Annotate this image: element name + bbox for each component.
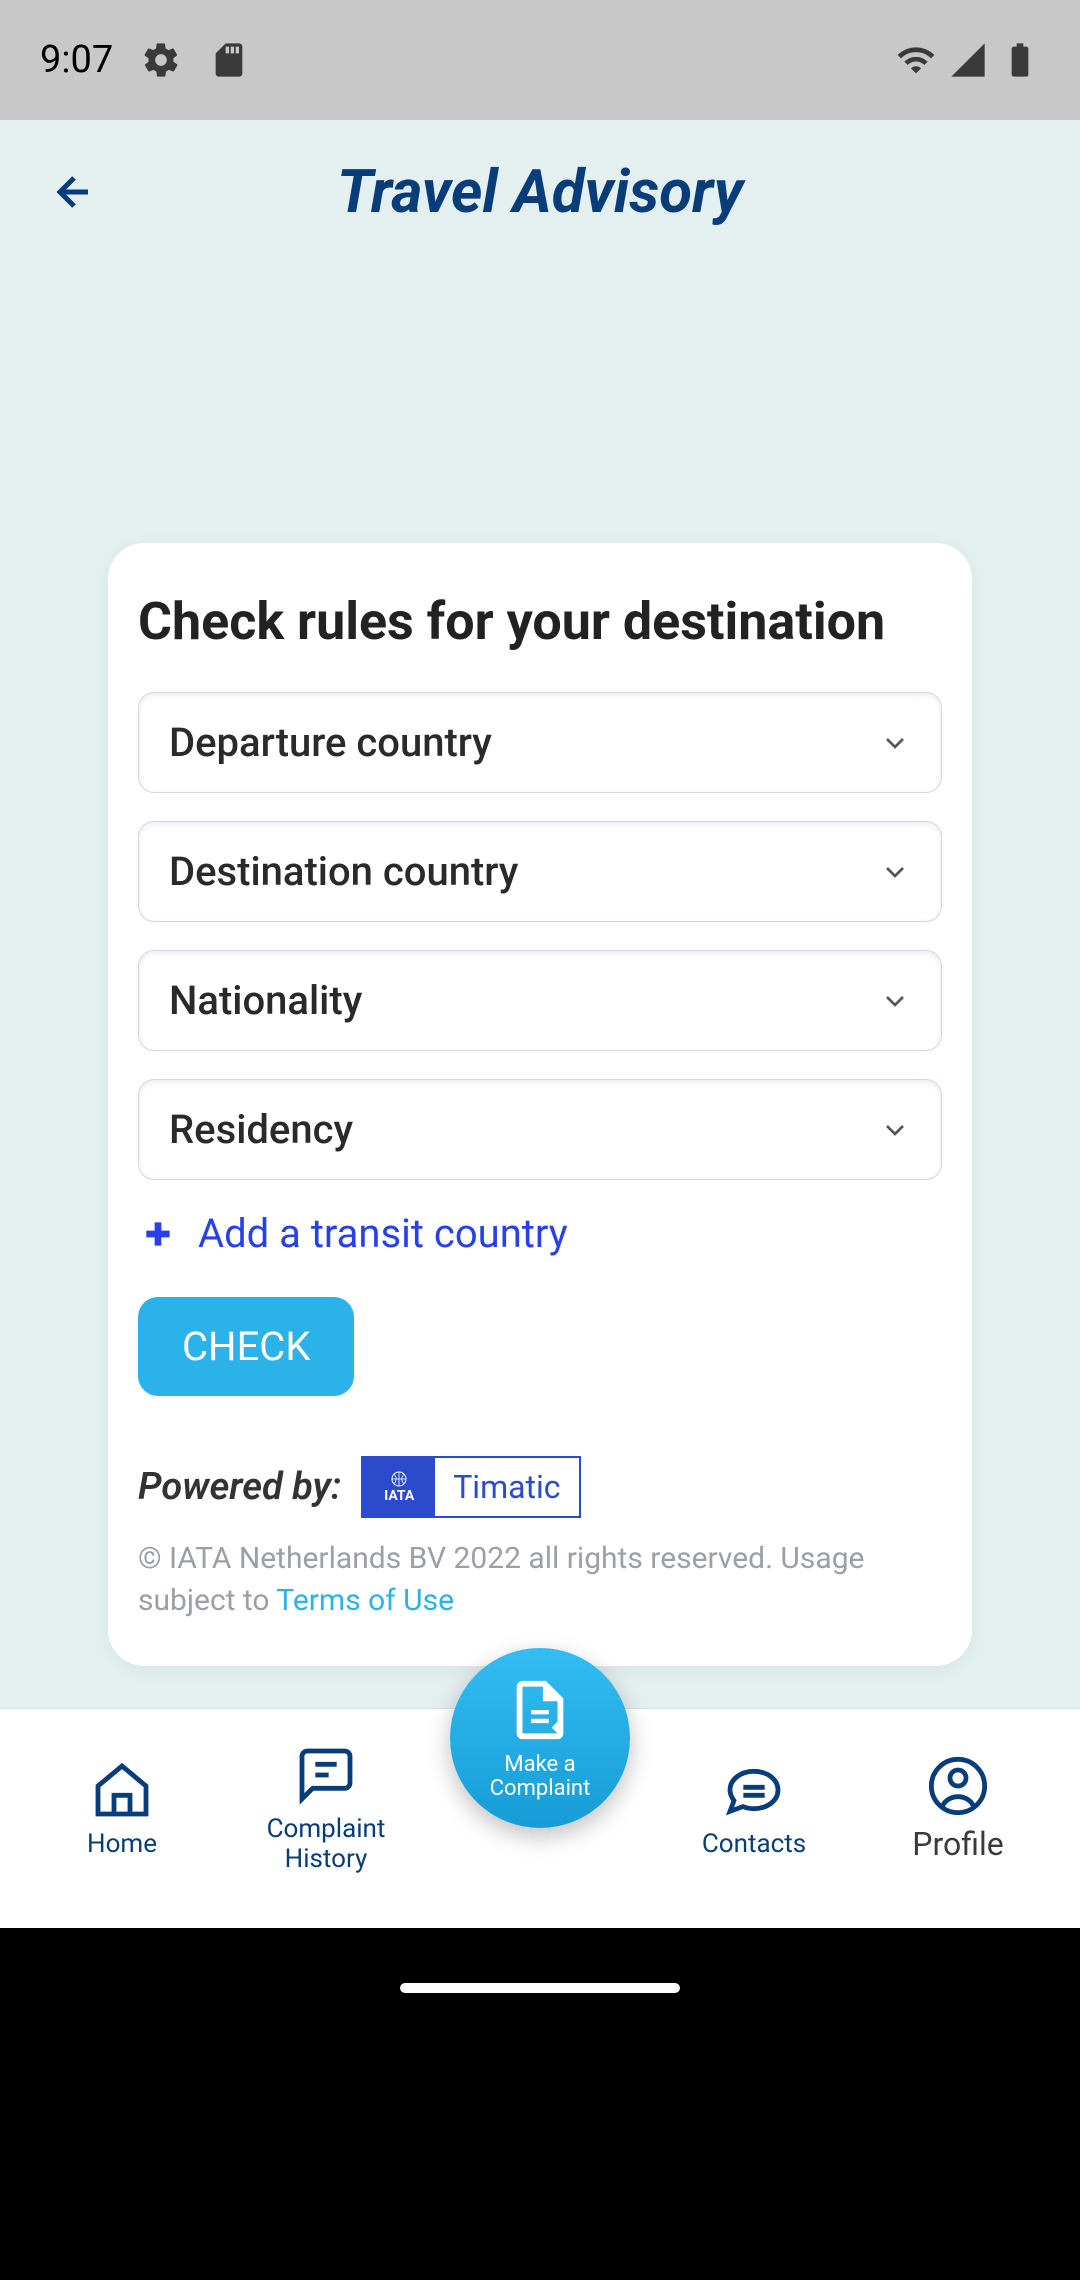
- iata-logo: IATA: [363, 1458, 435, 1516]
- make-complaint-fab[interactable]: Make aComplaint: [450, 1648, 630, 1828]
- check-button[interactable]: CHECK: [138, 1297, 354, 1396]
- nav-handle[interactable]: [400, 1983, 680, 1993]
- fab-label: Make aComplaint: [490, 1753, 591, 1801]
- back-button[interactable]: [50, 168, 98, 216]
- wifi-icon: [896, 40, 936, 80]
- add-transit-button[interactable]: Add a transit country: [138, 1210, 942, 1257]
- copyright-text: © IATA Netherlands BV 2022 all rights re…: [138, 1541, 864, 1618]
- select-label: Residency: [169, 1106, 353, 1153]
- departure-country-select[interactable]: Departure country: [138, 692, 942, 793]
- powered-by-row: Powered by: IATA Timatic: [138, 1456, 942, 1518]
- add-transit-label: Add a transit country: [198, 1210, 568, 1257]
- header: Travel Advisory: [0, 120, 1080, 263]
- settings-icon: [141, 40, 181, 80]
- nav-profile[interactable]: Profile: [878, 1754, 1038, 1863]
- sd-card-icon: [209, 40, 249, 80]
- destination-country-select[interactable]: Destination country: [138, 821, 942, 922]
- select-label: Destination country: [169, 848, 518, 895]
- status-time: 9:07: [40, 38, 113, 82]
- nav-label: Profile: [912, 1826, 1003, 1863]
- nav-contacts[interactable]: Contacts: [674, 1758, 834, 1860]
- nav-label: ComplaintHistory: [267, 1815, 386, 1875]
- profile-icon: [918, 1754, 998, 1818]
- powered-by-label: Powered by:: [138, 1465, 341, 1509]
- message-icon: [714, 1758, 794, 1822]
- home-icon: [82, 1758, 162, 1822]
- card-title: Check rules for your destination: [138, 591, 942, 652]
- residency-select[interactable]: Residency: [138, 1079, 942, 1180]
- chevron-down-icon: [879, 727, 911, 759]
- rules-card: Check rules for your destination Departu…: [108, 543, 972, 1666]
- chevron-down-icon: [879, 1114, 911, 1146]
- plus-icon: [138, 1214, 178, 1254]
- chat-history-icon: [286, 1743, 366, 1807]
- timatic-badge: IATA Timatic: [361, 1456, 580, 1518]
- timatic-text: Timatic: [435, 1468, 578, 1506]
- copyright-block: © IATA Netherlands BV 2022 all rights re…: [138, 1538, 942, 1622]
- nav-label: Contacts: [702, 1830, 806, 1860]
- select-label: Departure country: [169, 719, 492, 766]
- nav-complaint-history[interactable]: ComplaintHistory: [246, 1743, 406, 1875]
- android-nav-bar: [0, 1928, 1080, 2048]
- terms-of-use-link[interactable]: Terms of Use: [276, 1583, 454, 1618]
- page-title: Travel Advisory: [98, 156, 982, 227]
- status-bar: 9:07: [0, 0, 1080, 120]
- select-label: Nationality: [169, 977, 362, 1024]
- iata-text: IATA: [384, 1488, 414, 1504]
- cellular-icon: [948, 40, 988, 80]
- nav-home[interactable]: Home: [42, 1758, 202, 1860]
- globe-icon: [387, 1470, 411, 1488]
- nationality-select[interactable]: Nationality: [138, 950, 942, 1051]
- chevron-down-icon: [879, 856, 911, 888]
- document-edit-icon: [505, 1675, 575, 1745]
- arrow-left-icon: [50, 168, 98, 216]
- chevron-down-icon: [879, 985, 911, 1017]
- nav-label: Home: [87, 1830, 157, 1860]
- battery-icon: [1000, 40, 1040, 80]
